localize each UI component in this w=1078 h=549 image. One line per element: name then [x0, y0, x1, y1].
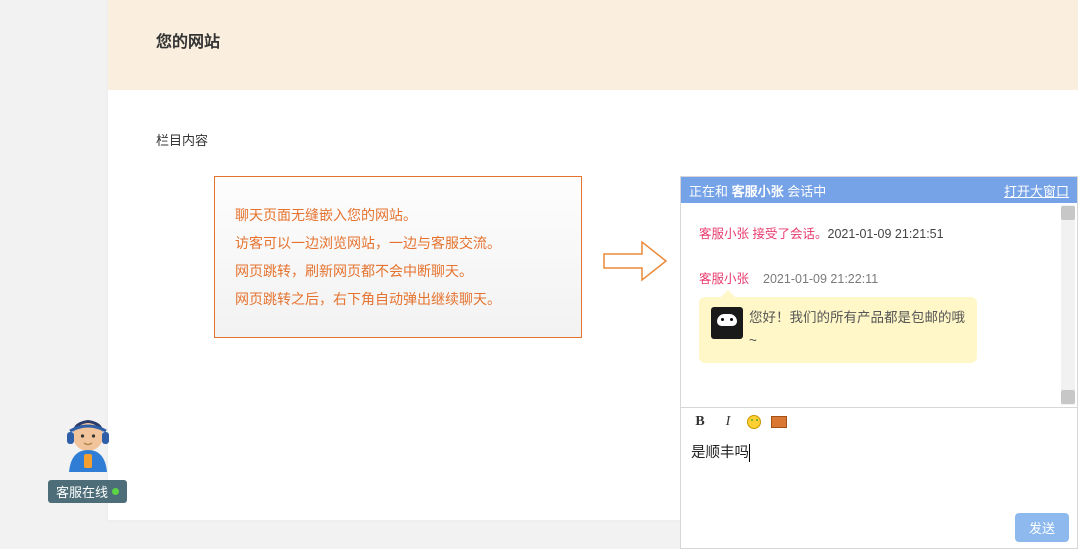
italic-button[interactable]: I	[719, 413, 737, 431]
info-line: 网页跳转，刷新网页都不会中断聊天。	[235, 257, 561, 285]
message-header: 客服小张 2021-01-09 21:22:11	[699, 268, 1059, 287]
info-line: 聊天页面无缝嵌入您的网站。	[235, 201, 561, 229]
bold-button[interactable]: B	[691, 413, 709, 431]
page-title: 您的网站	[156, 28, 1030, 52]
agent-avatar-icon	[57, 414, 119, 476]
agent-name: 客服小张	[699, 272, 749, 286]
chat-agent-name: 客服小张	[732, 184, 784, 199]
page-header: 您的网站	[108, 0, 1078, 90]
system-time: 2021-01-09 21:21:51	[828, 227, 944, 241]
scroll-up-icon[interactable]	[1061, 206, 1075, 220]
chat-messages[interactable]: 客服小张 接受了会话。2021-01-09 21:21:51 客服小张 2021-…	[681, 203, 1077, 407]
compose-text: 是顺丰吗	[691, 445, 749, 461]
send-button[interactable]: 发送	[1015, 513, 1069, 542]
chat-widget: 正在和 客服小张 会话中 打开大窗口 客服小张 接受了会话。2021-01-09…	[680, 176, 1078, 549]
editor-toolbar: B I	[681, 407, 1077, 435]
message-bubble: 您好！我们的所有产品都是包邮的哦~	[699, 297, 977, 363]
agent-label-text: 客服在线	[56, 482, 108, 501]
arrow-icon	[602, 238, 668, 284]
agent-status-label: 客服在线	[48, 480, 127, 503]
message-time: 2021-01-09 21:22:11	[763, 272, 878, 286]
scroll-down-icon[interactable]	[1061, 390, 1075, 404]
system-message: 客服小张 接受了会话。2021-01-09 21:21:51	[699, 223, 1059, 242]
chat-title: 正在和 客服小张 会话中	[689, 181, 826, 200]
info-line: 访客可以一边浏览网站，一边与客服交流。	[235, 229, 561, 257]
emoji-button[interactable]	[747, 415, 761, 429]
message-input[interactable]: 是顺丰吗	[681, 435, 1077, 509]
image-button[interactable]	[771, 416, 787, 428]
panda-avatar-icon	[711, 307, 743, 339]
scrollbar[interactable]	[1061, 205, 1075, 405]
open-big-window-link[interactable]: 打开大窗口	[1004, 181, 1069, 200]
message-text: 您好！我们的所有产品都是包邮的哦~	[749, 307, 965, 353]
accepted-text: 接受了会话。	[749, 227, 827, 241]
chat-header: 正在和 客服小张 会话中 打开大窗口	[681, 177, 1077, 203]
agent-name: 客服小张	[699, 227, 749, 241]
section-label: 栏目内容	[156, 130, 1030, 149]
info-box: 聊天页面无缝嵌入您的网站。 访客可以一边浏览网站，一边与客服交流。 网页跳转，刷…	[214, 176, 582, 338]
send-row: 发送	[681, 509, 1077, 548]
floating-agent[interactable]: 客服在线	[48, 414, 127, 503]
info-line: 网页跳转之后，右下角自动弹出继续聊天。	[235, 285, 561, 313]
online-dot-icon	[112, 488, 119, 495]
